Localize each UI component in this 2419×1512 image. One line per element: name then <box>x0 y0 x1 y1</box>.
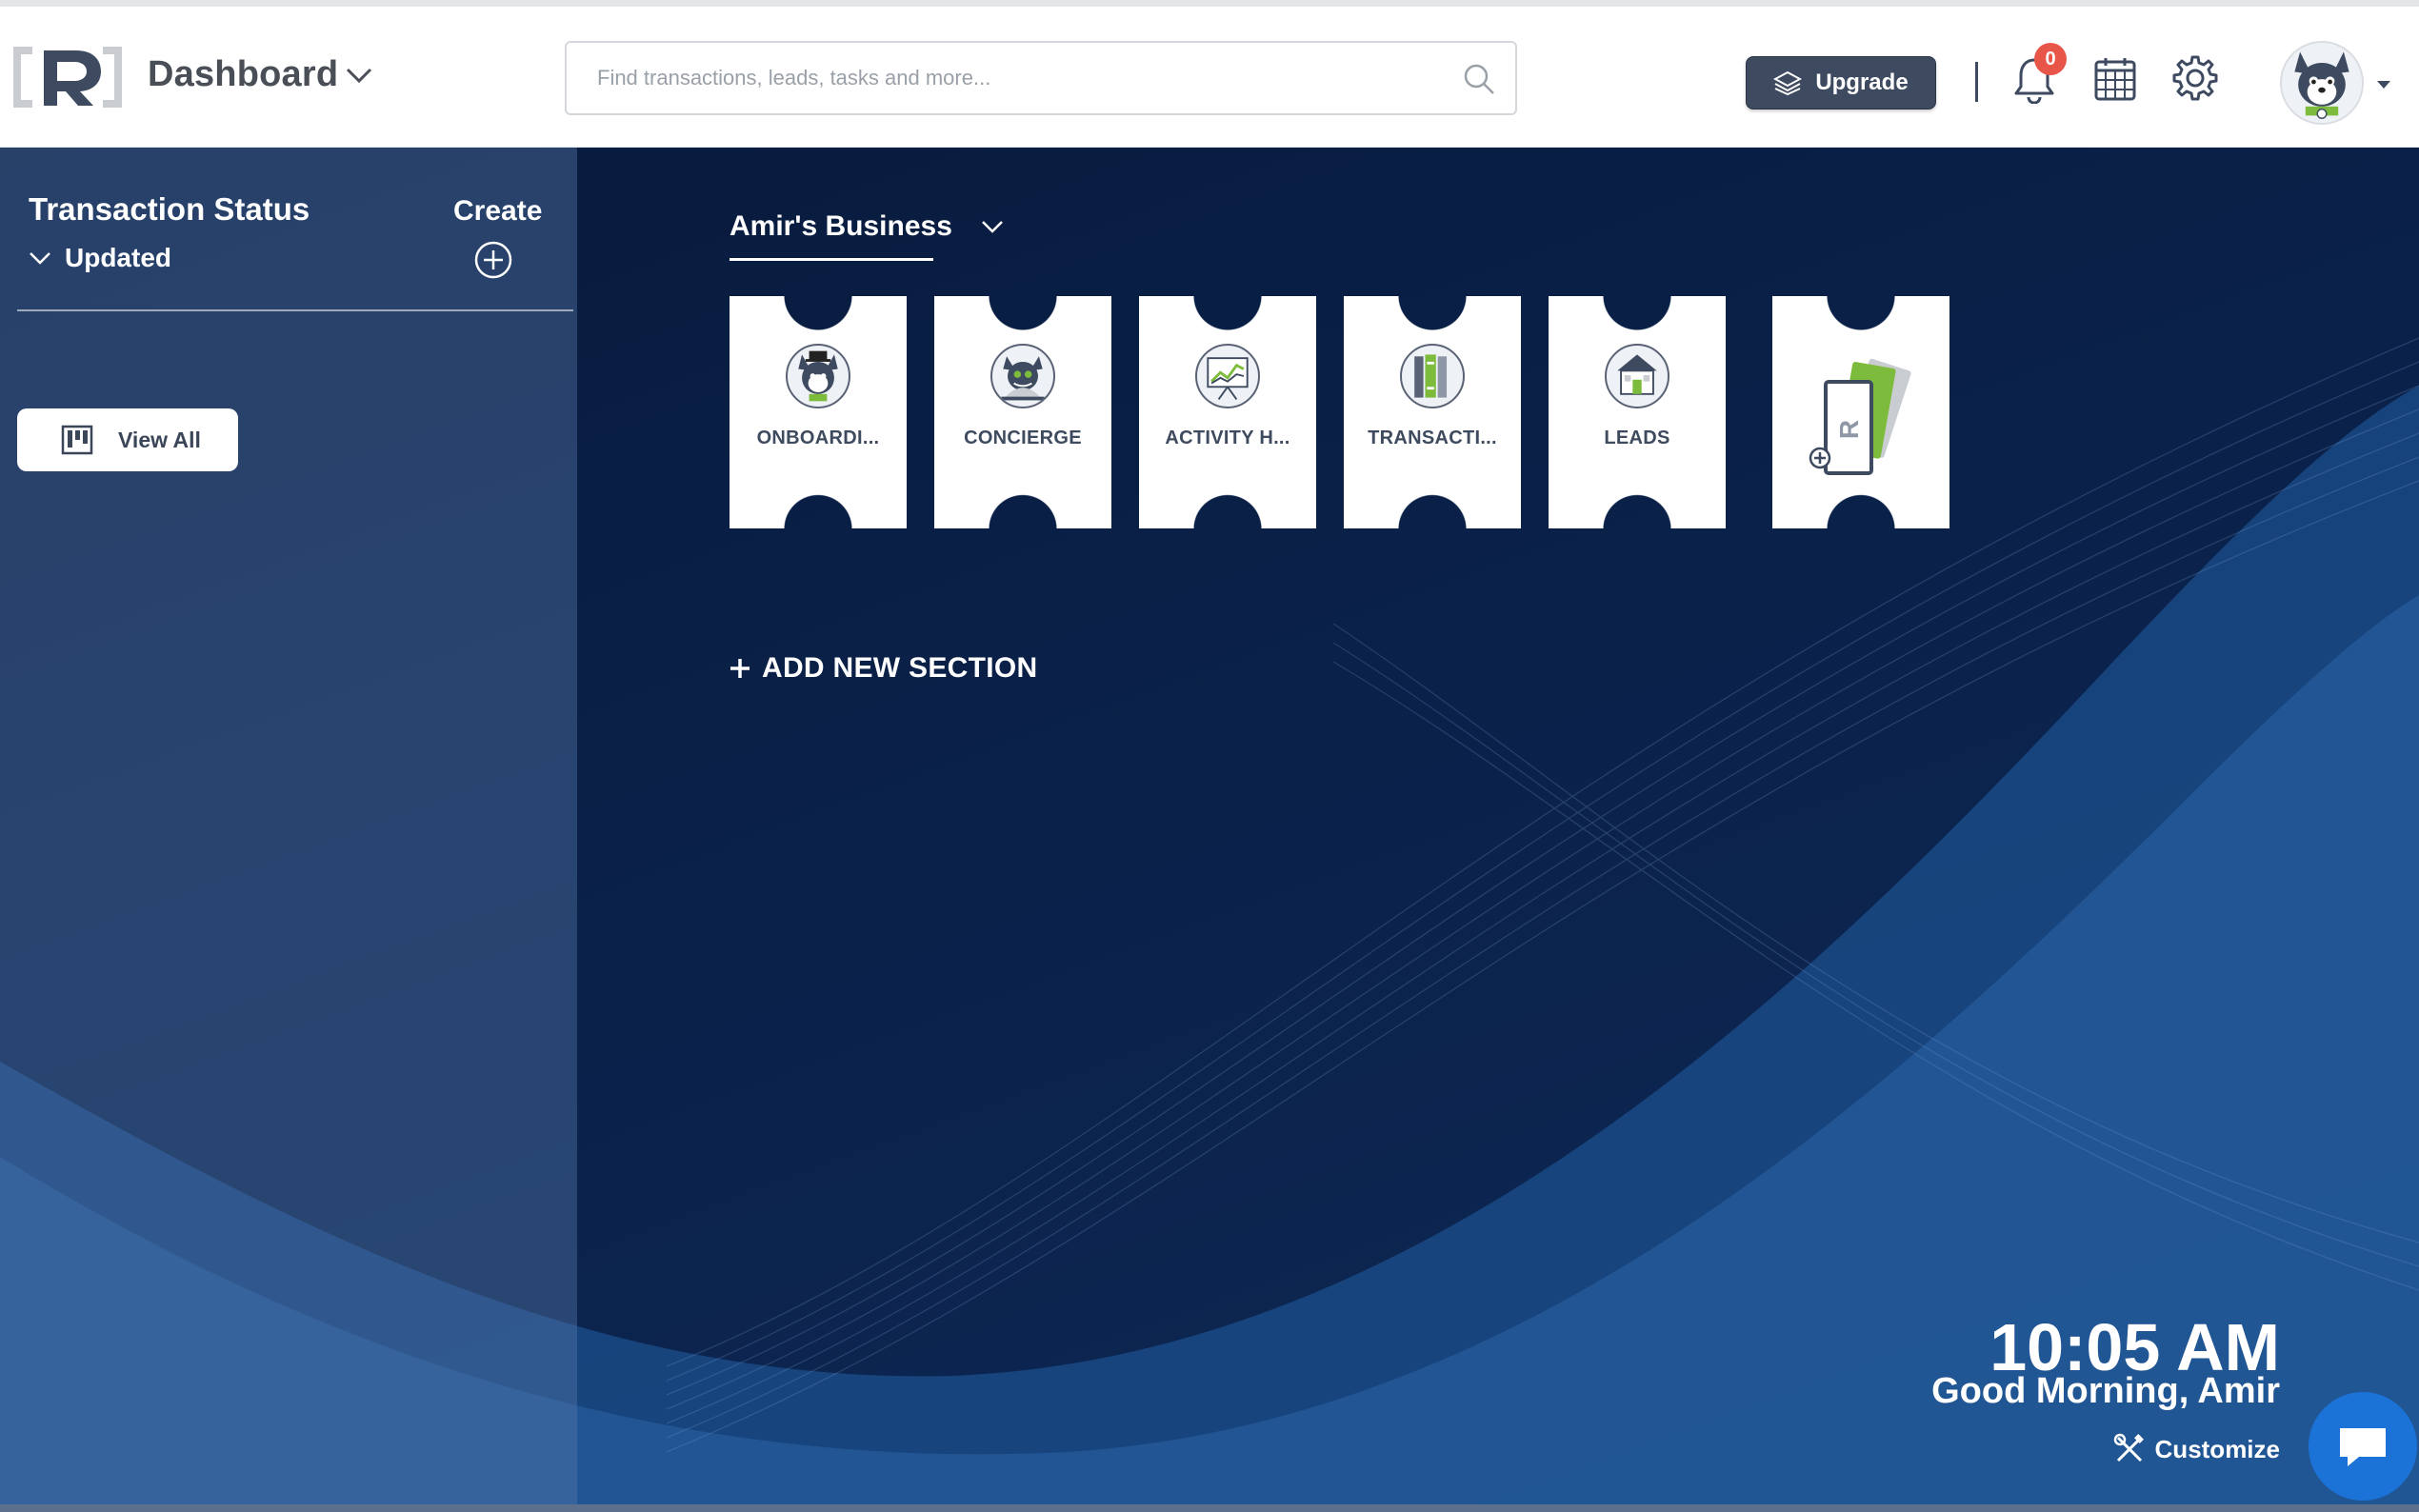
tile-add-card[interactable]: R <box>1772 296 1949 528</box>
tile-leads[interactable]: LEADS <box>1549 296 1726 528</box>
chevron-down-icon[interactable] <box>345 66 373 85</box>
chat-button[interactable] <box>2309 1392 2417 1501</box>
tools-icon <box>2113 1433 2144 1462</box>
active-tab-underline <box>730 258 933 261</box>
tile-label: CONCIERGE <box>964 428 1082 448</box>
business-section-label: Amir's Business <box>730 210 952 242</box>
mascot-icon <box>786 344 850 408</box>
sidebar-divider <box>17 309 573 311</box>
status-filter-label: Updated <box>65 243 171 272</box>
svg-text:R: R <box>1834 420 1864 439</box>
top-header: Dashboard Upgrade 0 <box>0 7 2419 148</box>
chevron-down-icon <box>982 221 1003 233</box>
activity-chart-icon <box>1195 344 1260 408</box>
bottom-strip <box>0 1504 2419 1512</box>
search-input[interactable] <box>595 43 1433 113</box>
create-label: Create <box>453 195 543 227</box>
view-all-button[interactable]: View All <box>17 408 238 471</box>
notification-count-badge: 0 <box>2034 43 2067 75</box>
layers-icon <box>1773 70 1803 95</box>
status-filter-dropdown[interactable]: Updated <box>29 243 171 273</box>
sidebar-title: Transaction Status <box>29 191 310 227</box>
add-new-section-button[interactable]: ADD NEW SECTION <box>730 652 1038 685</box>
search-icon[interactable] <box>1462 62 1496 96</box>
tile-concierge[interactable]: CONCIERGE <box>934 296 1111 528</box>
business-section-tab[interactable]: Amir's Business <box>730 210 1004 243</box>
sidebar: Transaction Status Updated Create View A… <box>0 148 577 1504</box>
tile-label: LEADS <box>1604 428 1670 448</box>
view-all-label: View All <box>118 427 201 452</box>
customize-button[interactable]: Customize <box>2113 1433 2280 1465</box>
page-title[interactable]: Dashboard <box>148 54 338 95</box>
binders-icon <box>1400 344 1465 408</box>
tile-label: ACTIVITY H... <box>1165 428 1290 448</box>
house-icon <box>1605 344 1669 408</box>
kanban-icon <box>61 425 93 455</box>
calendar-icon[interactable] <box>2093 56 2137 102</box>
tile-onboarding[interactable]: ONBOARDI... <box>730 296 907 528</box>
chevron-down-icon <box>30 252 50 265</box>
search-box <box>565 41 1517 115</box>
mascot-avatar-icon <box>2282 43 2362 123</box>
notifications-button[interactable]: 0 <box>2011 43 2067 108</box>
upgrade-label: Upgrade <box>1815 70 1909 95</box>
user-avatar[interactable] <box>2280 41 2364 125</box>
create-plus-icon[interactable] <box>473 240 513 280</box>
header-divider <box>1975 62 1978 102</box>
tile-label: TRANSACTI... <box>1368 428 1497 448</box>
caret-down-icon[interactable] <box>2375 79 2392 90</box>
upgrade-button[interactable]: Upgrade <box>1746 56 1936 109</box>
gear-icon[interactable] <box>2171 54 2219 102</box>
tile-label: ONBOARDI... <box>756 428 880 448</box>
customize-label: Customize <box>2154 1434 2280 1463</box>
concierge-icon <box>990 344 1055 408</box>
tile-transactions[interactable]: TRANSACTI... <box>1344 296 1521 528</box>
chat-bubble-icon <box>2340 1428 2386 1466</box>
app-tiles: ONBOARDI... CONCIERGE ACTIVITY H... TRAN… <box>730 296 1968 528</box>
plus-icon <box>730 659 750 678</box>
tile-activity-history[interactable]: ACTIVITY H... <box>1139 296 1316 528</box>
top-strip <box>0 0 2419 7</box>
greeting-text: Good Morning, Amir <box>1931 1371 2280 1411</box>
dashboard-main: Transaction Status Updated Create View A… <box>0 148 2419 1512</box>
add-new-section-label: ADD NEW SECTION <box>762 652 1038 684</box>
add-card-icon: R <box>1809 358 1911 475</box>
logo-icon[interactable] <box>11 43 124 111</box>
